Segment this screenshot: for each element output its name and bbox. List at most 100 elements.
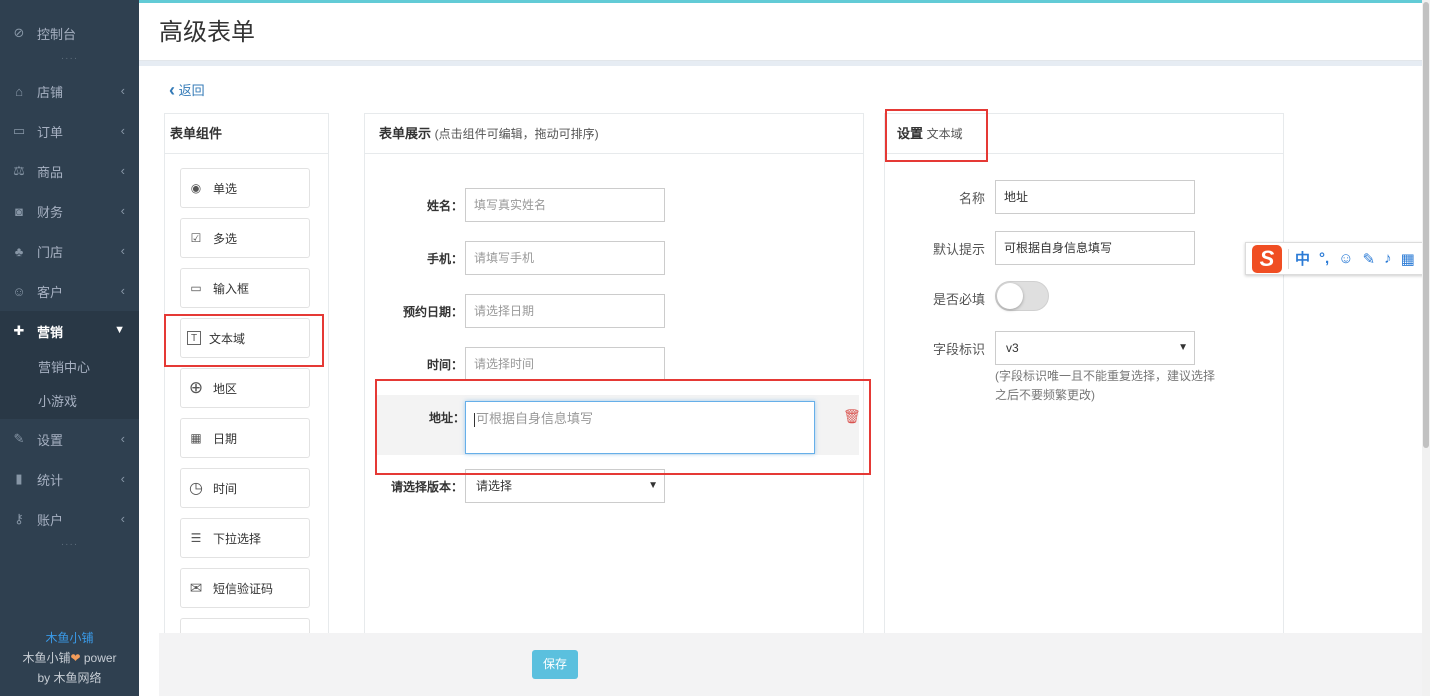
chevron-left-icon: ‹ xyxy=(169,80,175,100)
ime-emoji-icon[interactable]: ☺ xyxy=(1338,250,1353,267)
trash-icon[interactable]: 🗑 xyxy=(843,408,861,425)
power-line: 木鱼小铺❤ power xyxy=(0,648,139,668)
form-row-phone: 手机： 请填写手机 xyxy=(365,241,863,275)
ime-mic-icon[interactable]: ♪ xyxy=(1384,250,1392,267)
back-link[interactable]: ‹ 返回 xyxy=(169,80,205,101)
save-button[interactable]: 保存 xyxy=(532,650,578,679)
select-value: v3 xyxy=(1006,341,1019,355)
subnav-marketing-center[interactable]: 营销中心 xyxy=(0,351,139,385)
settings-panel: 设置 文本域 名称 地址 默认提示 可根据自身信息填写 是否必填 字段标识 v3… xyxy=(884,113,1284,696)
field-label: 预约日期： xyxy=(402,305,463,319)
nav-account[interactable]: ⚷ 账户 ‹ xyxy=(0,499,139,539)
component-input[interactable]: ▭ 输入框 xyxy=(180,268,310,308)
nav-label: 店铺 xyxy=(37,84,64,100)
ime-chinese-mode[interactable]: 中 xyxy=(1295,248,1310,269)
nav-label: 财务 xyxy=(37,204,64,220)
component-sms-code[interactable]: ✉ 短信验证码 xyxy=(180,568,310,608)
ime-pen-icon[interactable]: ✎ xyxy=(1363,250,1376,268)
nav-finance[interactable]: ◙ 财务 ‹ xyxy=(0,191,139,231)
component-time[interactable]: ◷ 时间 xyxy=(180,468,310,508)
form-row-address[interactable]: 地址： 可根据自身信息填写 🗑 xyxy=(375,395,861,455)
nav-products[interactable]: ⚖ 商品 ‹ xyxy=(0,151,139,191)
sogou-logo-icon[interactable]: S xyxy=(1252,244,1282,273)
form-display-subtitle: (点击组件可编辑，拖动可排序) xyxy=(434,127,599,141)
nav-shop[interactable]: ⌂ 店铺 ‹ xyxy=(0,71,139,111)
nav-label: 控制台 xyxy=(37,26,77,42)
field-label: 姓名： xyxy=(426,199,463,213)
version-select[interactable]: 请选择 ▼ xyxy=(465,469,665,503)
envelope-icon: ✉ xyxy=(189,580,203,597)
required-toggle[interactable] xyxy=(995,281,1049,311)
ime-punctuation-icon[interactable]: °, xyxy=(1319,250,1329,267)
component-label: 多选 xyxy=(213,231,238,246)
component-textarea[interactable]: T 文本域 xyxy=(180,318,310,358)
address-textarea[interactable]: 可根据自身信息填写 xyxy=(465,401,815,454)
nav-dashboard[interactable]: ⊘ 控制台 xyxy=(0,13,139,53)
nav-marketing[interactable]: ✚ 营销 ▼ xyxy=(0,311,139,351)
key-icon: ⚷ xyxy=(14,511,24,526)
chevron-left-icon: ‹ xyxy=(120,163,125,178)
component-date[interactable]: ▦ 日期 xyxy=(180,418,310,458)
nav-statistics[interactable]: ▮ 统计 ‹ xyxy=(0,459,139,499)
phone-input[interactable]: 请填写手机 xyxy=(465,241,665,275)
text-caret xyxy=(474,412,475,427)
chevron-left-icon: ‹ xyxy=(120,283,125,298)
component-checkbox[interactable]: ☑ 多选 xyxy=(180,218,310,258)
component-region[interactable]: ⊕ 地区 xyxy=(180,368,310,408)
balance-scale-icon: ⚖ xyxy=(13,163,25,178)
by-line: by 木鱼网络 xyxy=(37,671,102,685)
name-input[interactable]: 填写真实姓名 xyxy=(465,188,665,222)
chevron-left-icon: ‹ xyxy=(120,511,125,526)
nav-settings[interactable]: ✎ 设置 ‹ xyxy=(0,419,139,459)
ime-divider xyxy=(1288,248,1289,269)
field-label: 地址： xyxy=(429,411,466,425)
field-id-select[interactable]: v3 ▼ xyxy=(995,331,1195,365)
time-input[interactable]: 请选择时间 xyxy=(465,347,665,381)
server-icon: ☰ xyxy=(190,531,202,545)
nav-label: 客户 xyxy=(37,284,64,300)
signal-icon: ▮ xyxy=(15,471,23,486)
setting-name-input[interactable]: 地址 xyxy=(995,180,1195,214)
nav-label: 账户 xyxy=(37,512,64,528)
heart-icon: ❤ xyxy=(70,651,81,665)
basket-icon: ⌂ xyxy=(15,83,23,99)
field-id-hint: (字段标识唯一且不能重复选择，建议选择之后不要频繁更改) xyxy=(995,369,1215,402)
nav-orders[interactable]: ▭ 订单 ‹ xyxy=(0,111,139,151)
date-input[interactable]: 请选择日期 xyxy=(465,294,665,328)
input-box-icon: ▭ xyxy=(190,281,202,295)
nav-label: 设置 xyxy=(37,432,64,448)
component-label: 日期 xyxy=(213,431,238,446)
select-value: 请选择 xyxy=(476,479,513,493)
nav-customers[interactable]: ☺ 客户 ‹ xyxy=(0,271,139,311)
form-display-title: 表单展示 (点击组件可编辑，拖动可排序) xyxy=(365,114,863,154)
form-row-version: 请选择版本： 请选择 ▼ xyxy=(365,469,863,503)
ime-grid-icon[interactable]: ▦ xyxy=(1401,250,1415,268)
radio-icon: ◉ xyxy=(190,181,202,195)
toggle-knob xyxy=(997,283,1023,309)
setting-hint-input[interactable]: 可根据自身信息填写 xyxy=(995,231,1195,265)
components-panel-title: 表单组件 xyxy=(165,114,328,154)
sidebar-footer: 木鱼小铺 木鱼小铺❤ power by 木鱼网络 xyxy=(0,628,139,688)
back-label: 返回 xyxy=(178,83,205,98)
footer-bar: 保存 xyxy=(159,633,1422,696)
component-label: 单选 xyxy=(213,181,238,196)
component-label: 输入框 xyxy=(213,281,250,296)
nav-stores[interactable]: ♣ 门店 ‹ xyxy=(0,231,139,271)
gift-icon: ✚ xyxy=(13,323,25,338)
sidebar: ⊘ 控制台 ···· ⌂ 店铺 ‹ ▭ 订单 ‹ ⚖ 商品 ‹ ◙ 财务 ‹ ♣… xyxy=(0,0,139,696)
globe-icon: ⊕ xyxy=(188,378,204,397)
textarea-placeholder: 可根据自身信息填写 xyxy=(476,411,594,426)
subnav-mini-games[interactable]: 小游戏 xyxy=(0,385,139,419)
caret-down-icon: ▼ xyxy=(648,480,658,491)
money-icon: ◙ xyxy=(15,203,23,219)
power-prefix: 木鱼小铺 xyxy=(22,651,71,665)
field-label: 时间： xyxy=(426,358,463,372)
component-radio[interactable]: ◉ 单选 xyxy=(180,168,310,208)
scrollbar-thumb[interactable] xyxy=(1423,2,1429,448)
component-dropdown[interactable]: ☰ 下拉选择 xyxy=(180,518,310,558)
nav-separator-dots: ···· xyxy=(60,539,79,550)
page-scrollbar[interactable] xyxy=(1422,0,1430,696)
brand-name[interactable]: 木鱼小铺 xyxy=(0,628,139,648)
setting-fieldid-label: 字段标识 xyxy=(932,342,985,357)
stopwatch-icon: ◷ xyxy=(189,480,203,497)
